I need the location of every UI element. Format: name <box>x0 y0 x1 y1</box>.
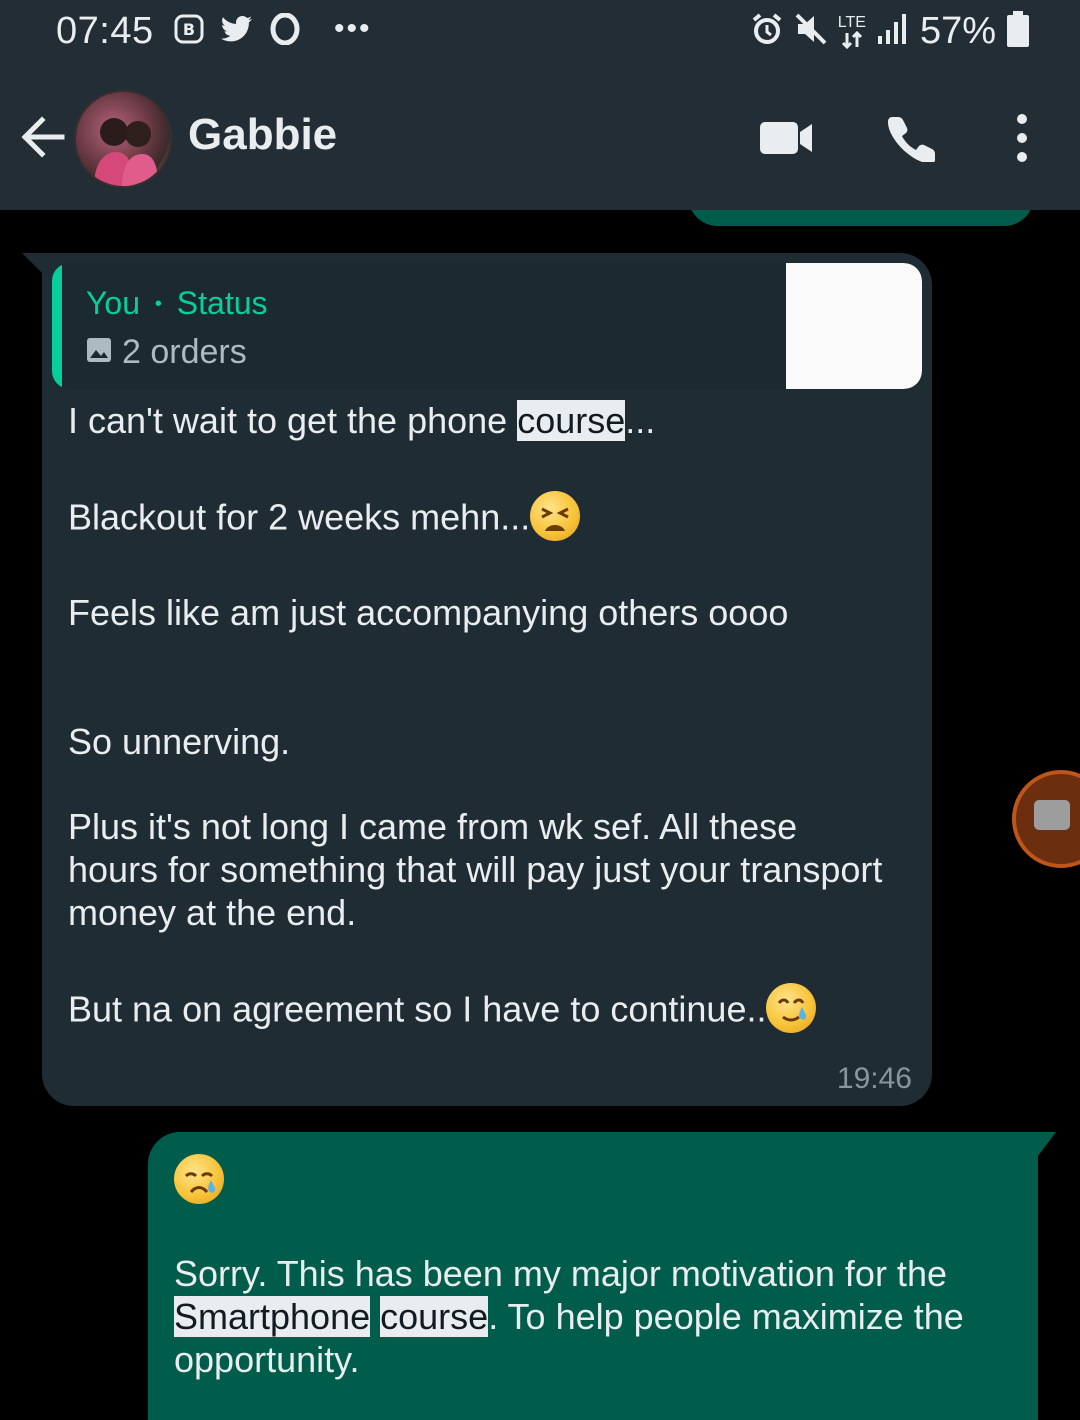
highlighted-word: Smartphone <box>174 1296 371 1337</box>
crying-face-emoji-icon <box>174 1154 224 1204</box>
message-line: money at the end. <box>68 892 357 933</box>
message-line: opportunity. <box>174 1339 360 1380</box>
status-thumbnail <box>786 263 922 389</box>
quote-title: You • Status <box>86 285 268 322</box>
previous-outgoing-message[interactable] <box>688 210 1034 226</box>
more-notifications-icon: ••• <box>334 12 372 45</box>
video-call-icon[interactable] <box>754 106 818 170</box>
chat-messages[interactable]: You • Status 2 orders I can't wait to ge… <box>0 210 1080 1420</box>
quote-subtitle-text: 2 orders <box>122 333 247 371</box>
photo-icon <box>86 333 112 372</box>
signal-icon <box>876 12 910 51</box>
twitter-icon <box>220 12 254 46</box>
outgoing-message[interactable]: Sorry. This has been my major motivation… <box>148 1132 1038 1420</box>
status-time: 07:45 <box>56 10 154 52</box>
quote-accent-bar <box>52 263 62 389</box>
message-line: Smartphone course. To help people maximi… <box>174 1296 964 1337</box>
smiling-face-with-tear-emoji-icon <box>766 983 817 1033</box>
highlighted-word: course <box>517 400 626 441</box>
quote-subtitle: 2 orders <box>86 333 247 372</box>
message-line: But na on agreement so I have to continu… <box>68 983 817 1037</box>
message-timestamp: 19:46 <box>836 1062 912 1095</box>
message-line: So unnerving. <box>68 721 291 762</box>
message-line: I can't wait to get the phone course... <box>68 400 656 441</box>
message-line: hours for something that will pay just y… <box>68 849 883 890</box>
back-arrow-icon[interactable] <box>18 112 68 162</box>
message-line: Feels like am just accompanying others o… <box>68 592 789 633</box>
battery-percentage: 57% <box>919 10 996 52</box>
mute-icon <box>794 12 828 51</box>
quoted-status-reply[interactable]: You • Status 2 orders <box>52 263 922 389</box>
svg-text:B: B <box>183 20 195 39</box>
lte-icon: LTE <box>838 14 866 49</box>
outgoing-bubble-tail <box>1038 1132 1056 1156</box>
contact-name[interactable]: Gabbie <box>188 110 337 160</box>
floating-video-button[interactable] <box>1012 770 1080 868</box>
incoming-message[interactable]: You • Status 2 orders I can't wait to ge… <box>42 253 932 1106</box>
system-icons: LTE 57% <box>750 10 1030 53</box>
chat-header: Gabbie <box>0 68 1080 210</box>
b-badge-icon: B <box>172 12 206 46</box>
tired-face-emoji-icon <box>530 491 581 541</box>
quote-separator: • <box>154 293 162 315</box>
message-line: Plus it's not long I came from wk sef. A… <box>68 806 798 847</box>
battery-icon <box>1006 11 1030 52</box>
highlighted-word: course <box>380 1296 489 1337</box>
message-line: Blackout for 2 weeks mehn... <box>68 491 581 545</box>
notification-icons: B ••• <box>172 12 372 46</box>
voice-call-icon[interactable] <box>880 106 944 170</box>
avatar[interactable] <box>74 90 172 188</box>
quote-author: You <box>86 285 140 321</box>
message-line: Sorry. This has been my major motivation… <box>174 1253 947 1294</box>
quote-source: Status <box>176 285 268 321</box>
camera-icon <box>1034 800 1070 830</box>
opera-icon <box>268 12 302 46</box>
alarm-icon <box>750 12 784 51</box>
more-options-icon[interactable] <box>990 106 1054 170</box>
status-bar: 07:45 B ••• LTE 57% <box>0 0 1080 68</box>
